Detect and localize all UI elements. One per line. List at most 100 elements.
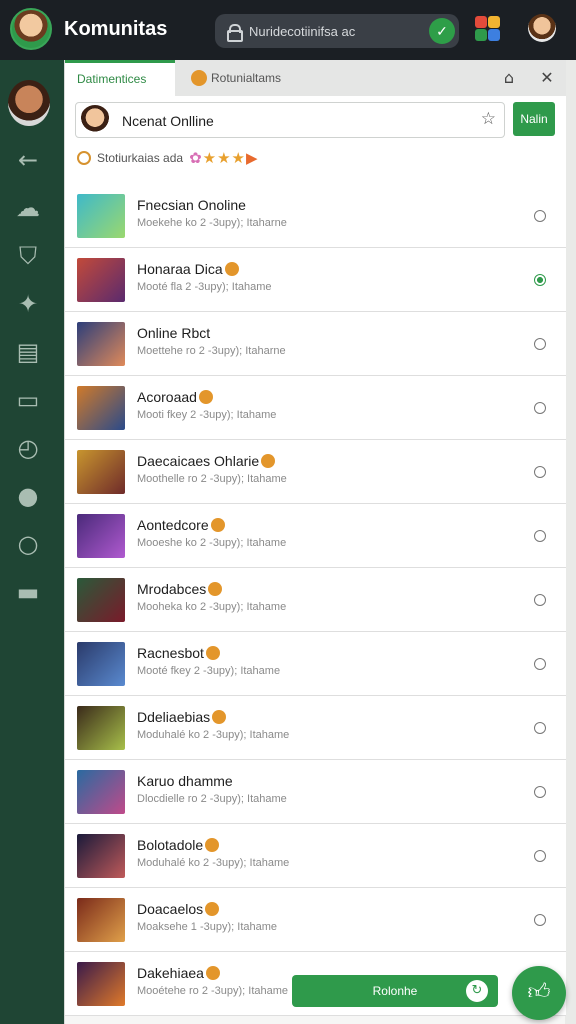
item-subtitle: Mooti fkey 2 -3upy); Itahame xyxy=(137,409,277,421)
input-avatar xyxy=(80,105,110,135)
list-item[interactable]: Honaraa Dica Mooté fla 2 -3upy); Itahame xyxy=(65,248,566,312)
item-title: Daecaicaes Ohlarie xyxy=(137,453,276,469)
item-radio[interactable] xyxy=(534,402,546,414)
list-item[interactable]: Doacaelos Moaksehe 1 -3upy); Itahame xyxy=(65,888,566,952)
list-item[interactable]: Online Rbct Moettehe ro 2 -3upy); Itaharn… xyxy=(65,312,566,376)
community-icon[interactable]: ☁ xyxy=(14,194,42,222)
back-arrow-icon[interactable]: ← xyxy=(14,146,42,174)
rating-row: Stotiurkaias ada ✿★★★▶ xyxy=(77,148,259,168)
item-title-text: Dakehiaea xyxy=(137,965,204,981)
item-radio[interactable] xyxy=(534,530,546,542)
coin-badge-icon xyxy=(210,518,225,532)
item-title-text: Honaraa Dica xyxy=(137,261,223,277)
chat-icon[interactable]: ▬ xyxy=(14,578,42,606)
item-title: Acoroaad xyxy=(137,389,213,405)
item-subtitle: Moothelle ro 2 -3upy); Itahame xyxy=(137,473,287,485)
sidebar-avatar[interactable] xyxy=(8,80,50,126)
coin-badge-icon xyxy=(261,454,276,468)
circle-icon[interactable]: ○ xyxy=(14,530,42,558)
tab-active[interactable]: Datimentices xyxy=(65,60,175,96)
item-subtitle: Moettehe ro 2 -3upy); Itaharne xyxy=(137,345,286,357)
item-title: Doacaelos xyxy=(137,901,220,917)
list-item[interactable]: Ddeliaebias Moduhalé ko 2 -3upy); Itahame xyxy=(65,696,566,760)
shield-icon[interactable]: ⛉ xyxy=(14,242,42,270)
item-radio[interactable] xyxy=(534,722,546,734)
tab-badge-icon xyxy=(191,70,207,86)
item-subtitle: Mooeshe ko 2 -3upy); Itahame xyxy=(137,537,287,549)
list-item[interactable]: Karuo dhamme Dlocdielle ro 2 -3upy); Itah… xyxy=(65,760,566,824)
list-item[interactable]: Aontedcore Mooeshe ko 2 -3upy); Itahame xyxy=(65,504,566,568)
star-icon[interactable]: ☆ xyxy=(481,109,496,129)
item-thumbnail xyxy=(77,386,125,430)
search-bar[interactable]: Nuridecotiinifsa ac ✓ xyxy=(215,14,459,48)
item-radio[interactable] xyxy=(534,274,546,286)
coin-badge-icon xyxy=(205,966,220,980)
list-item[interactable]: Racnesbot Mooté fkey 2 -3upy); Itahame xyxy=(65,632,566,696)
item-title: Online Rbct xyxy=(137,325,210,341)
item-title: Honaraa Dica xyxy=(137,261,239,277)
coin-badge-icon xyxy=(205,902,220,916)
item-title-text: Mrodabces xyxy=(137,581,207,597)
refresh-icon: ↻ xyxy=(466,980,488,1002)
monitor-icon[interactable]: ▭ xyxy=(14,386,42,414)
input-value: Ncenat Onlline xyxy=(122,113,214,129)
rating-stars-icon[interactable]: ✿★★★▶ xyxy=(189,149,258,167)
item-thumbnail xyxy=(77,706,125,750)
list-item[interactable]: Mrodabces Mooheka ko 2 -3upy); Itahame xyxy=(65,568,566,632)
coin-badge-icon xyxy=(198,390,213,404)
like-fab-button[interactable]: 👍︎ xyxy=(512,966,566,1020)
item-radio[interactable] xyxy=(534,914,546,926)
clock-icon[interactable]: ◴ xyxy=(14,434,42,462)
apps-icon[interactable] xyxy=(475,16,501,42)
item-title-text: Acoroaad xyxy=(137,389,197,405)
name-input[interactable]: Ncenat Onlline ☆ xyxy=(75,102,505,138)
item-title-text: Ddeliaebias xyxy=(137,709,211,725)
item-title: Racnesbot xyxy=(137,645,220,661)
pin-icon[interactable]: ✦ xyxy=(14,290,42,318)
app-logo-avatar[interactable] xyxy=(10,8,52,50)
item-thumbnail xyxy=(77,258,125,302)
item-radio[interactable] xyxy=(534,658,546,670)
item-thumbnail xyxy=(77,322,125,366)
sidebar: ← ☁ ⛉ ✦ ▤ ▭ ◴ ● ○ ▬ xyxy=(0,60,64,1024)
footer-button[interactable]: Rolonhe ↻ xyxy=(292,975,498,1007)
item-title-text: Doacaelos xyxy=(137,901,204,917)
item-subtitle: Moduhalé ko 2 -3upy); Itahame xyxy=(137,729,290,741)
item-title-text: Bolotadole xyxy=(137,837,204,853)
item-radio[interactable] xyxy=(534,466,546,478)
profile-avatar[interactable] xyxy=(528,14,556,42)
item-title: Mrodabces xyxy=(137,581,223,597)
item-subtitle: Moaksehe 1 -3upy); Itahame xyxy=(137,921,278,933)
coin-badge-icon xyxy=(208,582,223,596)
item-thumbnail xyxy=(77,194,125,238)
check-icon[interactable]: ✓ xyxy=(429,18,455,44)
item-title: Bolotadole xyxy=(137,837,220,853)
list-item[interactable]: Fnecsian Onoline Moekehe ko 2 -3upy); Ita… xyxy=(65,184,566,248)
close-icon[interactable]: ✕ xyxy=(535,66,559,90)
item-radio[interactable] xyxy=(534,594,546,606)
top-bar: Komunitas Nuridecotiinifsa ac ✓ xyxy=(0,0,576,60)
item-radio[interactable] xyxy=(534,210,546,222)
item-thumbnail xyxy=(77,770,125,814)
item-title-text: Online Rbct xyxy=(137,325,211,341)
item-radio[interactable] xyxy=(534,338,546,350)
list-item[interactable]: Daecaicaes Ohlarie Moothelle ro 2 -3upy);… xyxy=(65,440,566,504)
item-radio[interactable] xyxy=(534,786,546,798)
item-title-text: Fnecsian Onoline xyxy=(137,197,246,213)
item-title: Aontedcore xyxy=(137,517,225,533)
home-icon[interactable]: ⌂ xyxy=(497,66,521,90)
list-item[interactable]: Bolotadole Moduhalé ko 2 -3upy); Itahame xyxy=(65,824,566,888)
location-icon[interactable]: ● xyxy=(14,482,42,510)
coin-badge-icon xyxy=(205,838,220,852)
item-thumbnail xyxy=(77,578,125,622)
item-title: Fnecsian Onoline xyxy=(137,197,246,213)
item-subtitle: Mooté fla 2 -3upy); Itahame xyxy=(137,281,272,293)
item-thumbnail xyxy=(77,514,125,558)
tab-secondary[interactable]: Rotunialtams xyxy=(183,60,383,96)
item-radio[interactable] xyxy=(534,850,546,862)
save-button[interactable]: Nalin xyxy=(513,102,555,136)
item-title-text: Karuo dhamme xyxy=(137,773,233,789)
list-item[interactable]: Acoroaad Mooti fkey 2 -3upy); Itahame xyxy=(65,376,566,440)
document-icon[interactable]: ▤ xyxy=(14,338,42,366)
item-subtitle: Moekehe ko 2 -3upy); Itaharne xyxy=(137,217,287,229)
